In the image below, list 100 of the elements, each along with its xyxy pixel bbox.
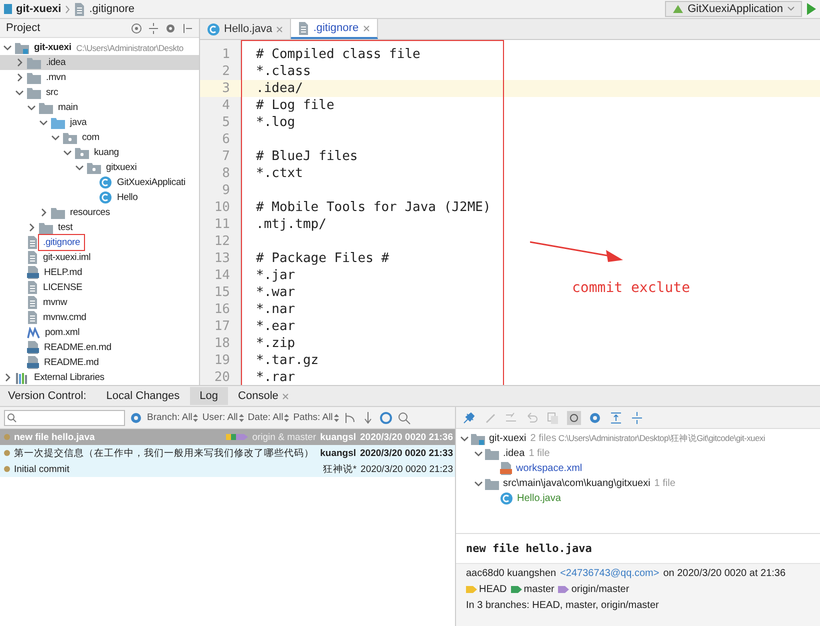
tree-item[interactable]: mvnw.cmd <box>41 312 88 323</box>
code-line: # BlueJ files <box>255 149 358 164</box>
tree-item[interactable]: git-xuexi <box>487 433 528 444</box>
folder-icon <box>39 102 53 114</box>
hide-panel-icon[interactable] <box>182 22 193 34</box>
tree-item[interactable]: pom.xml <box>43 327 82 338</box>
line-number: 14 <box>213 268 231 283</box>
tree-item[interactable]: README.md <box>42 357 101 368</box>
file-icon <box>27 296 38 309</box>
line-number: 6 <box>221 132 231 147</box>
line-number: 1 <box>221 47 231 62</box>
markdown-file-icon <box>27 356 39 369</box>
tree-item[interactable]: mvnw <box>41 297 70 308</box>
tree-item[interactable]: src\main\java\com\kuang\gitxuexi <box>501 478 652 489</box>
package-folder-icon <box>75 146 89 158</box>
tree-item[interactable]: main <box>56 102 80 113</box>
filter-dropdown[interactable]: Date: All <box>248 412 290 423</box>
folder-icon <box>485 478 499 490</box>
file-count: 1 file <box>654 478 676 489</box>
code-line: *.rar <box>255 370 296 385</box>
settings-icon[interactable] <box>588 410 602 424</box>
package-folder-icon <box>63 132 77 144</box>
tree-item[interactable]: Hello <box>115 192 140 203</box>
tree-item[interactable]: test <box>56 222 75 233</box>
tree-item[interactable]: .idea <box>501 448 527 459</box>
folder-icon <box>51 116 65 128</box>
code-line: # Log file <box>255 98 334 113</box>
library-icon <box>15 372 29 384</box>
commit-author: 狂神说* <box>322 462 357 476</box>
settings-icon[interactable] <box>165 22 176 34</box>
run-icon[interactable] <box>806 3 816 15</box>
settings-icon[interactable] <box>129 410 143 424</box>
filter-dropdown[interactable]: User: All <box>202 412 244 423</box>
module-path: C:\Users\Administrator\Desktop\狂神说Git\gitcode\git-xuexi <box>558 432 765 444</box>
tree-item[interactable]: .mvn <box>44 72 68 83</box>
commit-row[interactable]: 第一次提交信息（在工作中，我们一般用来写我们修改了哪些代码） kuangsl 2020/3/20 0020 21:33 <box>0 445 455 461</box>
changed-file[interactable]: workspace.xml <box>514 463 584 474</box>
breadcrumb[interactable]: .gitignore <box>89 3 134 15</box>
line-number: 16 <box>213 302 231 317</box>
file-icon <box>74 2 86 16</box>
code-line: # Mobile Tools for Java (J2ME) <box>255 200 491 215</box>
search-icon <box>7 412 17 422</box>
collapse-all-icon[interactable] <box>148 22 159 34</box>
crosshair-icon[interactable] <box>131 22 142 34</box>
filter-dropdown[interactable]: Branch: All <box>147 412 198 423</box>
breadcrumb[interactable]: git-xuexi <box>16 3 62 15</box>
search-field[interactable] <box>4 410 125 426</box>
expand-all-icon[interactable] <box>609 410 623 424</box>
collapse-all-icon[interactable] <box>630 410 644 424</box>
file-count: 2 files <box>530 433 556 444</box>
chevron-right-icon[interactable] <box>3 373 12 382</box>
chevron-down-icon[interactable] <box>474 479 483 488</box>
tree-item[interactable]: resources <box>68 207 112 218</box>
tree-item[interactable]: LICENSE <box>41 282 84 293</box>
commit-date: 2020/3/20 0020 21:36 <box>360 432 453 442</box>
commit-date: 2020/3/20 0020 21:33 <box>360 448 453 458</box>
module-path: C:\Users\Administrator\Deskto <box>76 42 184 52</box>
folder-icon <box>27 86 41 98</box>
tree-item[interactable]: java <box>68 117 89 128</box>
java-class-icon <box>99 176 112 189</box>
tree-item[interactable]: README.en.md <box>42 342 114 353</box>
project-view-dropdown[interactable]: Project <box>6 22 40 34</box>
folder-icon <box>51 206 65 218</box>
tree-item[interactable]: src <box>44 87 60 98</box>
tree-item[interactable]: git-xuexi.iml <box>41 252 93 263</box>
tree-item[interactable]: gitxuexi <box>104 162 139 173</box>
editor-tab[interactable]: .gitignore <box>291 19 378 39</box>
markdown-file-icon <box>27 341 39 354</box>
commit-message: Initial commit <box>14 464 70 474</box>
search-icon[interactable] <box>396 410 411 424</box>
commit-row[interactable]: Initial commit 狂神说* 2020/3/20 0020 21:23 <box>0 461 455 477</box>
line-number: 13 <box>213 251 231 266</box>
run-configuration-dropdown[interactable]: GitXuexiApplication <box>664 1 802 17</box>
tree-item[interactable]: kuang <box>92 147 121 158</box>
preview-icon[interactable] <box>567 410 581 424</box>
branches-icon[interactable] <box>342 410 357 424</box>
tree-item[interactable]: git-xuexi <box>32 42 74 53</box>
filter-dropdown[interactable]: Paths: All <box>293 412 339 423</box>
code-line: *.class <box>255 64 311 79</box>
tree-item[interactable]: GitXuexiApplicati <box>115 177 188 188</box>
chevron-down-icon <box>787 6 795 12</box>
changed-file[interactable]: Hello.java <box>515 493 563 504</box>
panel-tab[interactable]: Local Changes <box>96 387 190 405</box>
annotation-text: commit exclute <box>572 280 690 296</box>
tree-item[interactable]: External Libraries <box>32 372 106 383</box>
close-icon[interactable] <box>362 24 370 32</box>
line-number: 18 <box>213 336 231 351</box>
close-icon[interactable] <box>276 26 284 32</box>
panel-tab[interactable]: Log <box>190 387 228 405</box>
tree-item[interactable]: .gitignore <box>41 237 82 248</box>
tree-item[interactable]: HELP.md <box>42 267 84 278</box>
close-icon[interactable] <box>282 392 290 400</box>
line-number: 15 <box>213 285 231 300</box>
pin-icon[interactable] <box>462 410 476 424</box>
chevron-down-icon[interactable] <box>3 43 12 52</box>
tree-item[interactable]: com <box>80 132 102 143</box>
file-icon <box>298 22 310 34</box>
panel-tab[interactable]: Console <box>228 387 300 405</box>
tree-item[interactable]: .idea <box>44 57 68 68</box>
email-link[interactable]: <24736743@qq.com> <box>560 568 660 579</box>
